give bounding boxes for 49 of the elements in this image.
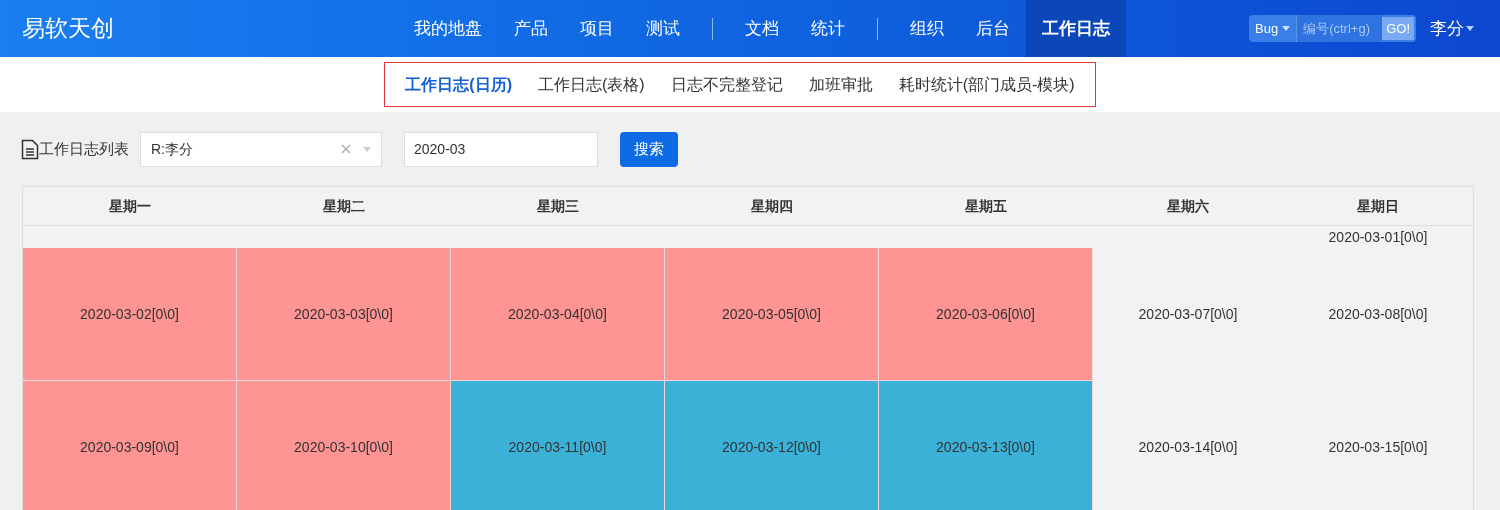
document-icon <box>21 138 39 160</box>
brand-logo: 易软天创 <box>22 14 115 44</box>
nav-tab[interactable]: 产品 <box>498 0 564 57</box>
caret-icon <box>1282 26 1291 31</box>
day-label[interactable]: 2020-03-08[0\0] <box>1328 304 1428 325</box>
type-dropdown[interactable]: Bug <box>1249 18 1297 39</box>
month-field[interactable]: 2020-03 <box>404 131 598 167</box>
weekday-header: 星期日 <box>1357 196 1399 216</box>
nav-tab[interactable]: 文档 <box>729 0 795 57</box>
subnav-tab[interactable]: 工作日志(表格) <box>528 72 655 97</box>
clear-icon[interactable] <box>341 144 351 154</box>
subnav-tab[interactable]: 工作日志(日历) <box>395 72 522 97</box>
day-cell[interactable]: 2020-03-10[0\0] <box>237 381 451 510</box>
day-label[interactable]: 2020-03-14[0\0] <box>1138 437 1238 458</box>
list-title: 工作日志列表 <box>39 138 129 159</box>
weekday-header: 星期三 <box>537 196 579 216</box>
nav-tab[interactable]: 组织 <box>894 0 960 57</box>
caret-icon <box>1466 26 1474 31</box>
day-label[interactable]: 2020-03-01[0\0] <box>1328 226 1428 248</box>
day-cell[interactable]: 2020-03-02[0\0] <box>23 248 237 381</box>
subnav-tab[interactable]: 加班审批 <box>798 72 883 97</box>
day-cell[interactable]: 2020-03-09[0\0] <box>23 381 237 510</box>
day-label[interactable]: 2020-03-07[0\0] <box>1138 304 1238 325</box>
subnav-tab[interactable]: 日志不完整登记 <box>660 72 793 97</box>
nav-tab[interactable]: 后台 <box>960 0 1026 57</box>
weekday-header: 星期六 <box>1167 196 1209 216</box>
nav-tab[interactable]: 测试 <box>630 0 696 57</box>
nav-tab[interactable]: 我的地盘 <box>398 0 498 57</box>
nav-tab[interactable]: 项目 <box>564 0 630 57</box>
search-button[interactable]: 搜索 <box>620 131 678 167</box>
weekday-header: 星期一 <box>109 196 151 216</box>
day-cell[interactable]: 2020-03-11[0\0] <box>451 381 665 510</box>
day-label[interactable]: 2020-03-15[0\0] <box>1328 437 1428 458</box>
nav-tab[interactable]: 工作日志 <box>1026 0 1126 57</box>
nav-tab[interactable]: 统计 <box>795 0 861 57</box>
day-cell[interactable]: 2020-03-04[0\0] <box>451 248 665 381</box>
day-cell[interactable]: 2020-03-05[0\0] <box>665 248 879 381</box>
weekday-header: 星期四 <box>751 196 793 216</box>
weekday-header: 星期五 <box>965 196 1007 216</box>
day-cell[interactable]: 2020-03-06[0\0] <box>879 248 1093 381</box>
person-select[interactable]: R:李分 <box>140 131 382 167</box>
number-field[interactable]: 编号(ctrl+g) <box>1296 15 1383 42</box>
day-cell[interactable]: 2020-03-13[0\0] <box>879 381 1093 510</box>
weekday-header: 星期二 <box>323 196 365 216</box>
day-cell[interactable]: 2020-03-12[0\0] <box>665 381 879 510</box>
day-cell[interactable]: 2020-03-03[0\0] <box>237 248 451 381</box>
caret-icon <box>363 146 371 152</box>
subnav-tab[interactable]: 耗时统计(部门成员-模块) <box>888 72 1085 97</box>
user-menu[interactable]: 李分 <box>1430 15 1474 42</box>
